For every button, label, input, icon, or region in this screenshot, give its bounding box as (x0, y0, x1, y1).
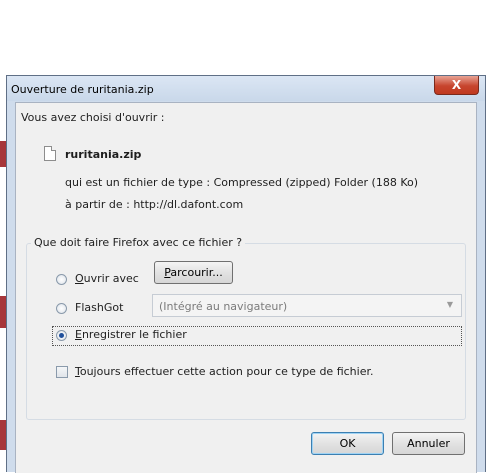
cancel-button[interactable]: Annuler (392, 432, 465, 455)
file-type-value: Compressed (zipped) Folder (188 Ko) (213, 176, 419, 189)
dialog-title: Ouverture de ruritania.zip (11, 83, 154, 96)
file-type-line: qui est un fichier de type : Compressed … (65, 176, 418, 189)
intro-text: Vous avez choisi d'ouvrir : (21, 111, 165, 124)
browse-button-label: Parcourir... (164, 266, 223, 279)
always-do-checkbox[interactable] (56, 366, 68, 378)
file-source-value: http://dl.dafont.com (133, 198, 244, 211)
save-file-radio[interactable] (56, 330, 67, 341)
cancel-button-label: Annuler (407, 437, 450, 450)
file-icon (44, 146, 56, 161)
close-button[interactable]: X (434, 76, 479, 95)
file-type-label: qui est un fichier de type : (65, 176, 214, 189)
save-file-label[interactable]: Enregistrer le fichier (75, 328, 187, 341)
ok-button[interactable]: OK (311, 432, 384, 455)
close-icon: X (451, 78, 462, 92)
browse-button[interactable]: Parcourir... (154, 261, 233, 284)
title-bar[interactable]: Ouverture de ruritania.zip X (7, 76, 485, 101)
file-source-label: à partir de : (65, 198, 134, 211)
flashgot-radio[interactable] (56, 303, 67, 314)
download-dialog: Ouverture de ruritania.zip X Vous avez c… (6, 75, 486, 473)
action-group-title: Que doit faire Firefox avec ce fichier ? (31, 236, 246, 249)
ok-button-label: OK (339, 437, 356, 450)
open-with-radio[interactable] (56, 274, 67, 285)
file-source-line: à partir de : http://dl.dafont.com (65, 198, 243, 211)
flashgot-select-value: (Intégré au navigateur) (159, 300, 288, 313)
open-with-label[interactable]: Ouvrir avec (75, 272, 139, 285)
chevron-down-icon: ▼ (446, 300, 453, 309)
file-name: ruritania.zip (65, 148, 142, 161)
always-do-label[interactable]: Toujours effectuer cette action pour ce … (75, 365, 373, 378)
flashgot-label[interactable]: FlashGot (75, 301, 123, 314)
dialog-body: Vous avez choisi d'ouvrir : ruritania.zi… (15, 102, 477, 473)
flashgot-select[interactable]: (Intégré au navigateur) ▼ (152, 294, 462, 317)
